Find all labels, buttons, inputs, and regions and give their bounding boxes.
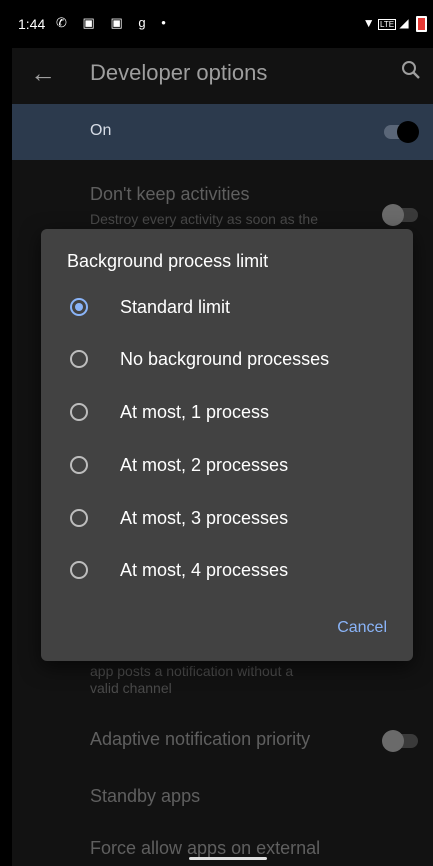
option-no-background-processes[interactable]: No background processes xyxy=(41,335,413,387)
page-title: Developer options xyxy=(90,60,268,85)
adaptive-notification-priority-toggle[interactable] xyxy=(382,730,418,752)
system-icons: ▼ LTE ◢ xyxy=(363,16,427,32)
standby-apps-title[interactable]: Standby apps xyxy=(90,786,200,807)
dont-keep-activities-subtitle: Destroy every activity as soon as the xyxy=(90,211,318,227)
notification-channel-subtitle-line1: app posts a notification without a xyxy=(90,663,294,679)
main-switch-toggle[interactable] xyxy=(384,121,419,143)
option-label: Standard limit xyxy=(120,297,231,317)
option-label: At most, 1 process xyxy=(120,402,270,422)
app-bar: ← Developer options xyxy=(12,48,433,104)
screen: 1:44 ✆ ▣ ▣ g • ▼ LTE ◢ ← Developer optio… xyxy=(12,0,433,866)
option-at-most-2-processes[interactable]: At most, 2 processes xyxy=(41,441,413,493)
arrow-back-icon[interactable]: ← xyxy=(30,58,56,89)
notification-channel-subtitle-line2: valid channel xyxy=(90,680,172,696)
photo-icon: ▣ xyxy=(82,15,101,30)
status-bar: 1:44 ✆ ▣ ▣ g • ▼ LTE ◢ xyxy=(12,0,433,48)
search-icon[interactable] xyxy=(401,60,421,80)
radio-unselected-icon[interactable] xyxy=(70,403,88,421)
option-label: At most, 3 processes xyxy=(120,508,289,528)
volte-icon: LTE xyxy=(378,19,397,31)
dot-icon: • xyxy=(161,15,172,30)
notification-icons: ✆ ▣ ▣ g • xyxy=(56,15,172,31)
option-at-most-3-processes[interactable]: At most, 3 processes xyxy=(41,494,413,546)
cancel-button[interactable]: Cancel xyxy=(337,619,387,637)
dont-keep-activities-toggle[interactable] xyxy=(382,204,418,226)
radio-unselected-icon[interactable] xyxy=(70,509,88,527)
option-label: No background processes xyxy=(120,349,330,369)
adaptive-notification-priority-title[interactable]: Adaptive notification priority xyxy=(90,729,310,750)
home-indicator[interactable] xyxy=(189,857,267,860)
option-label: At most, 2 processes xyxy=(120,455,289,475)
main-switch-bar[interactable]: On xyxy=(12,104,433,160)
dont-keep-activities-title[interactable]: Don't keep activities xyxy=(90,184,250,205)
radio-unselected-icon[interactable] xyxy=(70,456,88,474)
whatsapp-icon: ✆ xyxy=(56,15,73,30)
option-standard-limit[interactable]: Standard limit xyxy=(41,283,413,335)
photo-icon: ▣ xyxy=(110,15,129,30)
toggle-knob xyxy=(397,121,419,143)
radio-unselected-icon[interactable] xyxy=(70,350,88,368)
status-time: 1:44 xyxy=(18,16,46,32)
signal-icon: ◢ xyxy=(399,16,409,31)
toggle-knob xyxy=(382,204,404,226)
option-at-most-1-process[interactable]: At most, 1 process xyxy=(41,388,413,440)
g-icon: g xyxy=(138,15,152,30)
dialog-title: Background process limit xyxy=(67,251,269,271)
background-process-limit-dialog: Background process limit Standard limit … xyxy=(41,229,413,661)
force-allow-apps-title[interactable]: Force allow apps on external xyxy=(90,838,320,859)
main-switch-label: On xyxy=(90,122,112,139)
wifi-icon: ▼ xyxy=(362,16,375,31)
toggle-knob xyxy=(382,730,404,752)
battery-icon xyxy=(416,16,427,32)
option-at-most-4-processes[interactable]: At most, 4 processes xyxy=(41,546,413,598)
radio-selected-icon[interactable] xyxy=(70,298,88,316)
option-label: At most, 4 processes xyxy=(120,560,289,580)
radio-unselected-icon[interactable] xyxy=(70,561,88,579)
